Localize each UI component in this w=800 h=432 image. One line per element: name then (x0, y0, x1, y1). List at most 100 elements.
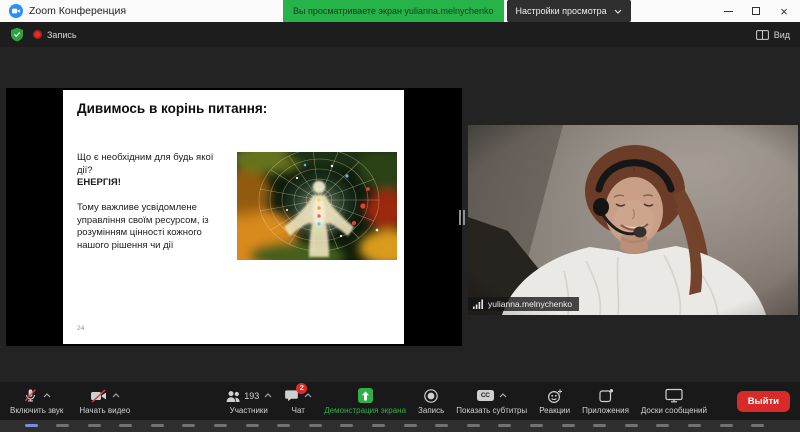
unmute-button[interactable]: Включить звук (10, 382, 63, 420)
share-screen-button[interactable]: Демонстрация экрана (324, 382, 406, 420)
participants-count: 193 (244, 391, 259, 401)
reactions-label: Реакции (539, 406, 570, 415)
recording-label: Запись (47, 30, 77, 40)
taskbar-app-indicator (688, 424, 701, 427)
taskbar-app-indicator (562, 424, 575, 427)
chevron-down-icon (614, 9, 622, 14)
taskbar-app-indicator (182, 424, 195, 427)
taskbar-app-indicator (372, 424, 385, 427)
chevron-up-icon[interactable] (43, 393, 51, 398)
whiteboards-label: Доски сообщений (641, 406, 707, 415)
panel-divider-handle[interactable] (459, 210, 465, 225)
record-icon (423, 388, 439, 404)
chat-label: Чат (292, 406, 305, 415)
taskbar-app-indicator (498, 424, 511, 427)
view-label: Вид (774, 30, 790, 40)
share-screen-icon (358, 388, 373, 403)
unmute-label: Включить звук (10, 406, 63, 415)
taskbar-app-indicator (246, 424, 259, 427)
participant-name: yulianna.melnychenko (488, 299, 572, 309)
captions-label: Показать субтитры (456, 406, 527, 415)
viewing-screen-banner: Вы просматриваете экран yulianna.melnych… (283, 0, 504, 22)
taskbar-app-indicator (593, 424, 606, 427)
participant-name-tag: yulianna.melnychenko (468, 297, 579, 311)
taskbar-app-indicator (25, 424, 38, 427)
main-content: Дивимось в корінь питання: Що є необхідн… (0, 47, 800, 382)
webcam-frame (468, 125, 798, 315)
meeting-info-bar: Запись Вид (0, 22, 800, 47)
chevron-up-icon[interactable] (304, 393, 312, 398)
zoom-window: Zoom Конференция Вы просматриваете экран… (0, 0, 800, 432)
taskbar-app-indicator (751, 424, 764, 427)
slide-question: Що є необхідним для будь якої дії? (77, 152, 221, 177)
microphone-muted-icon (23, 388, 38, 403)
record-dot-icon (33, 30, 42, 39)
screen-share-banner-group: Вы просматриваете экран yulianna.melnych… (283, 0, 631, 22)
slide-image-cosmic-figure (237, 152, 397, 260)
taskbar-app-indicator (151, 424, 164, 427)
camera-off-icon (90, 389, 107, 403)
participant-video[interactable]: yulianna.melnychenko (468, 125, 798, 315)
windows-taskbar-strip (0, 420, 800, 432)
participants-button[interactable]: 193 Участники (225, 382, 272, 420)
chat-button[interactable]: 2 Чат (284, 382, 312, 420)
titlebar-left: Zoom Конференция (0, 4, 126, 18)
taskbar-app-indicator (309, 424, 322, 427)
leave-button[interactable]: Выйти (737, 391, 790, 412)
slide-title: Дивимось в корінь питання: (77, 101, 267, 116)
taskbar-app-indicator (467, 424, 480, 427)
record-button[interactable]: Запись (418, 382, 444, 420)
taskbar-app-indicator (340, 424, 353, 427)
presentation-slide: Дивимось в корінь питання: Що є необхідн… (63, 90, 404, 344)
whiteboards-button[interactable]: Доски сообщений (641, 382, 707, 420)
taskbar-app-indicator (435, 424, 448, 427)
window-title: Zoom Конференция (29, 5, 126, 17)
taskbar-app-indicator (214, 424, 227, 427)
view-settings-label: Настройки просмотра (516, 6, 607, 16)
connection-signal-icon (473, 299, 484, 309)
slide-emphasis: ЕНЕРГІЯ! (77, 177, 221, 190)
toolbar: Включить звук Начать видео 19 (0, 382, 800, 420)
taskbar-app-indicator (656, 424, 669, 427)
titlebar: Zoom Конференция Вы просматриваете экран… (0, 0, 800, 22)
close-button[interactable]: × (770, 0, 798, 22)
chevron-up-icon[interactable] (264, 393, 272, 398)
whiteboard-icon (665, 388, 683, 403)
shared-screen-area: Дивимось в корінь питання: Що є необхідн… (6, 88, 462, 346)
taskbar-app-indicator (625, 424, 638, 427)
start-video-button[interactable]: Начать видео (79, 382, 130, 420)
reactions-button[interactable]: Реакции (539, 382, 570, 420)
start-video-label: Начать видео (79, 406, 130, 415)
captions-button[interactable]: CC Показать субтитры (456, 382, 527, 420)
chevron-up-icon[interactable] (499, 393, 507, 398)
slide-body-text: Що є необхідним для будь якої дії? ЕНЕРГ… (77, 152, 221, 252)
reactions-smiley-icon (547, 388, 563, 404)
taskbar-app-indicator (88, 424, 101, 427)
taskbar-app-indicator (530, 424, 543, 427)
taskbar-app-indicator (277, 424, 290, 427)
view-button[interactable]: Вид (756, 30, 790, 40)
apps-icon (598, 388, 614, 404)
participants-label: Участники (230, 406, 268, 415)
taskbar-app-indicator (119, 424, 132, 427)
chevron-up-icon[interactable] (112, 393, 120, 398)
closed-captions-icon: CC (477, 390, 494, 401)
security-shield-icon[interactable] (10, 27, 24, 42)
participants-icon (225, 389, 241, 403)
taskbar-app-indicator (56, 424, 69, 427)
minimize-button[interactable] (714, 0, 742, 22)
apps-label: Приложения (582, 406, 629, 415)
slide-page-number: 24 (77, 325, 84, 332)
apps-button[interactable]: Приложения (582, 382, 629, 420)
record-label: Запись (418, 406, 444, 415)
share-screen-label: Демонстрация экрана (324, 406, 406, 415)
window-controls: × (714, 0, 798, 22)
recording-indicator: Запись (33, 30, 77, 40)
taskbar-app-indicator (404, 424, 417, 427)
slide-paragraph: Тому важливе усвідомлене управління свої… (77, 202, 221, 253)
taskbar-app-indicator (720, 424, 733, 427)
grid-view-icon (756, 30, 769, 40)
view-settings-button[interactable]: Настройки просмотра (507, 0, 631, 22)
maximize-button[interactable] (742, 0, 770, 22)
chat-icon: 2 (284, 388, 299, 403)
